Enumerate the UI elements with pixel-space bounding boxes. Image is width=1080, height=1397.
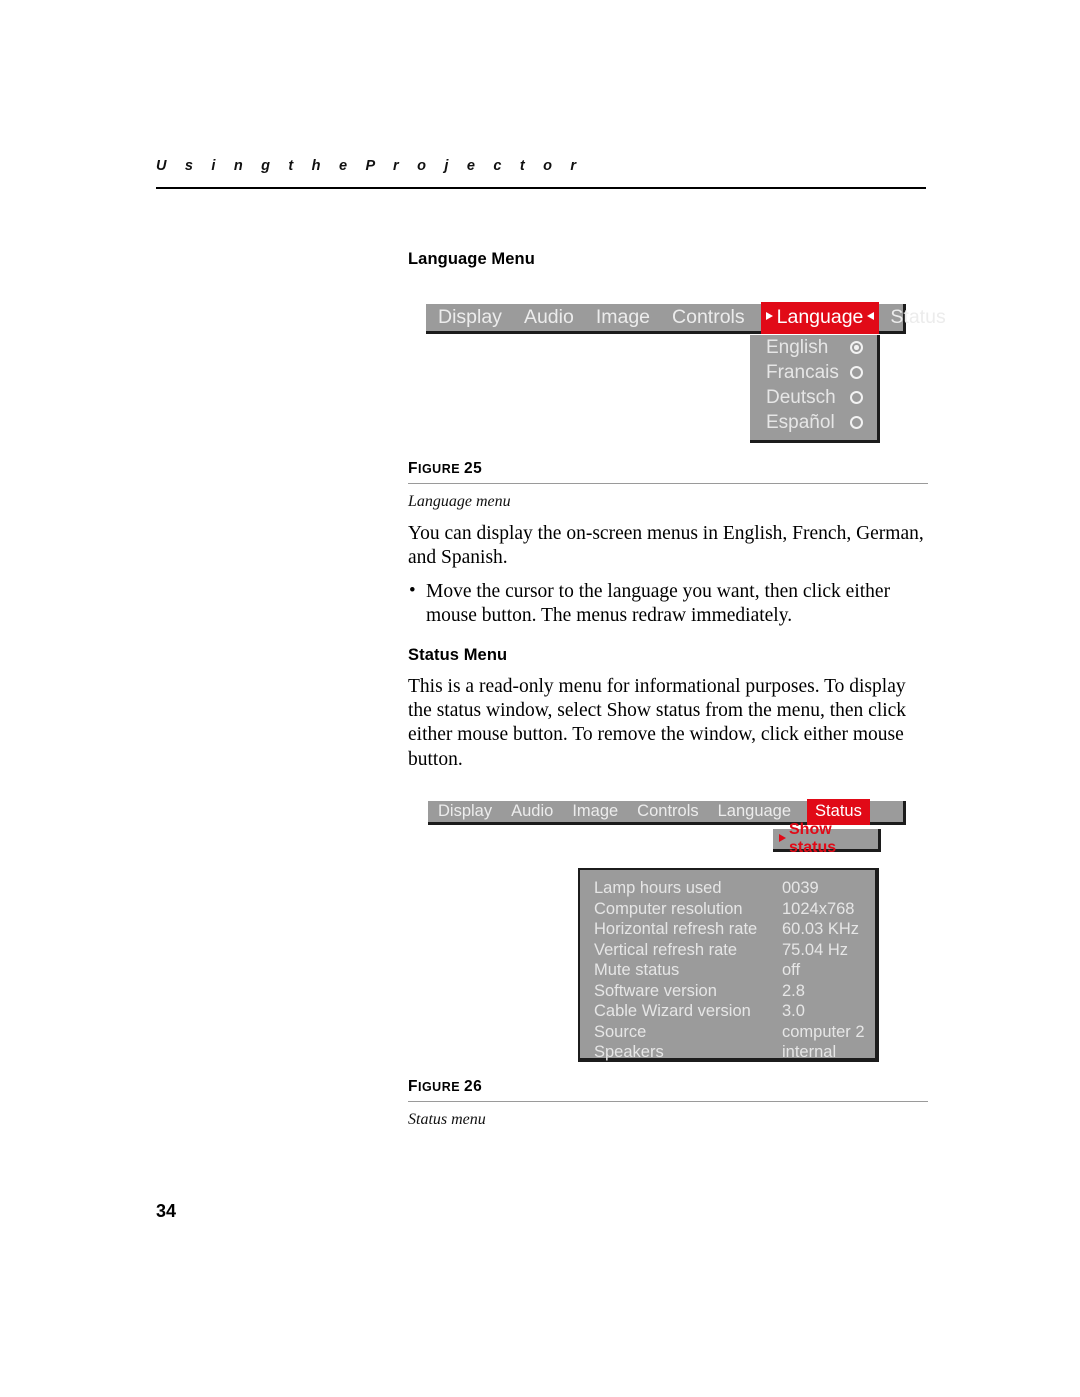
table-row: Lamp hours used 0039 [580,878,875,899]
figure-25-label: FIGURE 25 [408,460,928,478]
menu-item-controls[interactable]: Controls [618,802,698,821]
status-key: Cable Wizard version [594,1002,751,1020]
status-key: Mute status [594,961,680,979]
figure-26-label: FIGURE 26 [408,1078,928,1096]
osd-show-status-dropdown[interactable]: Show status [773,821,881,856]
figure-label-number: 25 [464,460,483,477]
radio-button-espanol-icon[interactable] [850,416,863,429]
status-menu-heading: Status Menu [408,646,508,664]
osd-language-menubar[interactable]: Display Audio Image Controls Language St… [426,301,946,334]
status-key: Computer resolution [594,899,743,918]
osd-status-table: Lamp hours used 0039 Computer resolution… [578,868,879,1062]
figure-26-caption-block: FIGURE 26 Status menu [408,1078,928,1129]
document-page: U s i n g t h e P r o j e c t o r Langua… [0,0,1080,1397]
status-value: internal [782,1043,837,1061]
menu-item-status[interactable]: Status [879,306,945,329]
table-row: Mute status off [580,960,875,981]
status-value: 2.8 [782,981,805,1000]
figure-26-rule [408,1101,928,1102]
figure-label-initial: F [408,1078,418,1095]
status-value: off [782,961,801,979]
figure-25-rule [408,483,928,484]
figure-26-caption: Status menu [408,1111,486,1128]
menu-item-audio[interactable]: Audio [492,802,553,821]
marker-arrow-left-icon [867,312,875,320]
status-value: 60.03 KHz [782,920,860,938]
status-value: 75.04 Hz [782,940,849,959]
language-menu-bullet-list: Move the cursor to the language you want… [408,579,922,628]
language-menu-paragraph: You can display the on-screen menus in E… [408,523,924,569]
page-number: 34 [156,1201,177,1221]
table-row: Vertical refresh rate 75.04 Hz [580,940,875,961]
status-menu-paragraph: This is a read-only menu for information… [408,676,907,770]
menu-item-display[interactable]: Display [426,306,502,329]
radio-button-deutsch-icon[interactable] [850,391,863,404]
status-key: Source [594,1022,647,1041]
menu-item-audio[interactable]: Audio [502,306,574,329]
header-divider-rule [156,187,926,189]
table-row: Speakers internal [580,1042,875,1063]
status-value: 1024x768 [782,899,855,918]
figure-label-initial: F [408,460,418,477]
marker-arrow-right-icon [779,834,786,842]
status-key: Lamp hours used [594,879,722,897]
running-header-title: U s i n g t h e P r o j e c t o r [156,158,584,174]
language-option-label: Español [766,412,835,433]
menu-item-language-selected[interactable]: Language [760,301,880,334]
figure-25-caption: Language menu [408,493,511,510]
table-row: Software version 2.8 [580,981,875,1002]
language-option-label: English [766,337,829,358]
language-option-english[interactable]: English [750,335,877,360]
list-item: Move the cursor to the language you want… [408,579,922,628]
figure-label-word: IGURE [417,462,461,476]
status-value: computer 2 [782,1022,865,1041]
figure-label-number: 26 [464,1078,483,1095]
menu-item-language[interactable]: Language [699,802,791,821]
language-option-label: Francais [766,362,839,383]
language-option-deutsch[interactable]: Deutsch [750,385,877,410]
table-row: Computer resolution 1024x768 [580,899,875,920]
language-option-espanol[interactable]: Español [750,410,877,435]
radio-button-francais-icon[interactable] [850,366,863,379]
status-key: Software version [594,981,717,1000]
table-row: Horizontal refresh rate 60.03 KHz [580,919,875,940]
language-option-label: Deutsch [766,387,836,408]
language-menu-heading: Language Menu [408,250,535,268]
figure-25-caption-block: FIGURE 25 Language menu [408,460,928,511]
figure-label-word: IGURE [417,1080,461,1094]
status-value: 3.0 [782,1002,805,1020]
language-option-francais[interactable]: Francais [750,360,877,385]
radio-button-english-icon[interactable] [850,341,863,354]
marker-arrow-right-icon [765,312,773,320]
menu-item-controls[interactable]: Controls [650,306,745,329]
menu-item-display[interactable]: Display [428,802,492,821]
menu-item-image[interactable]: Image [574,306,650,329]
table-row: Source computer 2 [580,1022,875,1043]
status-key: Vertical refresh rate [594,940,738,959]
osd-language-dropdown[interactable]: English Francais Deutsch Español [750,335,880,443]
show-status-label: Show status [789,821,837,856]
menu-item-image[interactable]: Image [553,802,618,821]
status-value: 0039 [782,879,819,897]
status-key: Horizontal refresh rate [594,920,758,938]
status-key: Speakers [594,1043,664,1061]
menu-item-language-label: Language [776,305,864,328]
table-row: Cable Wizard version 3.0 [580,1001,875,1022]
